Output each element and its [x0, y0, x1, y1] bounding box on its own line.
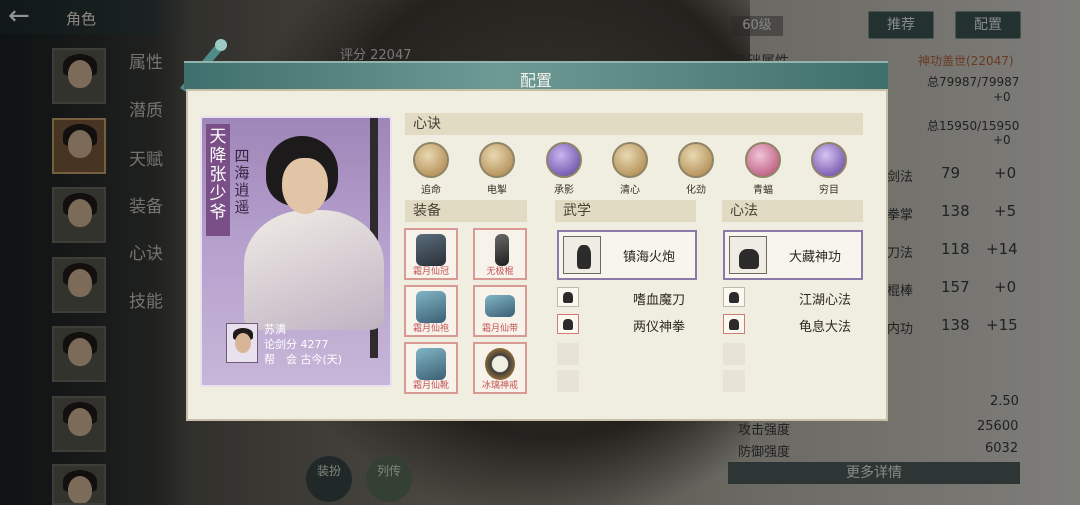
empty-slot[interactable] — [557, 343, 579, 365]
equip-slot[interactable]: 霜月仙带 — [473, 285, 527, 337]
character-card: 天降张少爷 四海逍遥 苏满 论剑分 4277 帮 会 古今(天) — [200, 116, 392, 387]
ring-icon — [485, 348, 515, 380]
xinfa-sub-slot[interactable] — [723, 314, 745, 334]
character-title: 天降张少爷 — [206, 124, 230, 236]
xinfa-main-name: 大藏神功 — [788, 250, 841, 265]
character-subtitle: 四海逍遥 — [234, 147, 250, 216]
xinfa-main-slot[interactable]: 大藏神功 — [723, 230, 863, 280]
martial-figure-icon — [563, 292, 573, 303]
skill-orb-icon — [811, 142, 847, 178]
wuxue-sub-name: 两仪神拳 — [633, 320, 686, 335]
skill-orb-icon — [612, 142, 648, 178]
wuxue-main-name: 镇海火炮 — [622, 250, 675, 265]
player-guild: 帮 会 古今(天) — [264, 353, 343, 366]
skill-slot[interactable]: 青蝠 — [738, 142, 788, 196]
equip-section-header: 装备 — [405, 200, 527, 222]
skill-orb-icon — [479, 142, 515, 178]
skill-slot[interactable]: 清心 — [605, 142, 655, 196]
wuxue-sub-name: 嗜血魔刀 — [633, 293, 686, 308]
character-face — [282, 158, 328, 214]
wuxue-main-slot[interactable]: 镇海火炮 — [557, 230, 697, 280]
meditation-figure-icon — [729, 292, 739, 303]
martial-figure-icon — [563, 236, 601, 274]
meditation-figure-icon — [729, 319, 739, 330]
crown-icon — [416, 234, 446, 266]
wuxue-sub-slot[interactable] — [557, 287, 579, 307]
dialog-title: 配置 — [519, 71, 552, 90]
robe-icon — [416, 291, 446, 323]
skill-orb-icon — [413, 142, 449, 178]
dialog-header: 配置 — [184, 61, 888, 90]
equip-slot[interactable]: 无极棍 — [473, 228, 527, 280]
skill-orb-icon — [745, 142, 781, 178]
equip-slot[interactable]: 冰璃神戒 — [473, 342, 527, 394]
belt-icon — [485, 295, 515, 317]
empty-slot[interactable] — [557, 370, 579, 392]
equip-slot[interactable]: 霜月仙冠 — [404, 228, 458, 280]
equip-slot[interactable]: 霜月仙袍 — [404, 285, 458, 337]
staff-icon — [495, 234, 509, 266]
skill-slot[interactable]: 化劲 — [671, 142, 721, 196]
meditation-figure-icon — [729, 236, 767, 274]
boots-icon — [416, 348, 446, 380]
skill-orb-icon — [546, 142, 582, 178]
xinfa-sub-name: 龟息大法 — [799, 320, 852, 335]
skill-orb-icon — [678, 142, 714, 178]
xinjue-section-header: 心诀 — [405, 113, 863, 135]
skill-slot[interactable]: 追命 — [406, 142, 456, 196]
skill-slot[interactable]: 承影 — [539, 142, 589, 196]
martial-figure-icon — [563, 319, 573, 330]
wuxue-sub-slot[interactable] — [557, 314, 579, 334]
xinfa-sub-name: 江湖心法 — [799, 293, 852, 308]
xinfa-section-header: 心法 — [722, 200, 863, 222]
empty-slot[interactable] — [723, 370, 745, 392]
wuxue-section-header: 武学 — [555, 200, 696, 222]
empty-slot[interactable] — [723, 343, 745, 365]
skill-slot[interactable]: 电掣 — [472, 142, 522, 196]
xinfa-sub-slot[interactable] — [723, 287, 745, 307]
character-cloak — [244, 210, 384, 330]
player-name: 苏满 — [264, 323, 286, 336]
skill-slot[interactable]: 穷目 — [804, 142, 854, 196]
equip-slot[interactable]: 霜月仙靴 — [404, 342, 458, 394]
player-avatar — [226, 323, 258, 363]
player-score: 论剑分 4277 — [264, 338, 329, 351]
